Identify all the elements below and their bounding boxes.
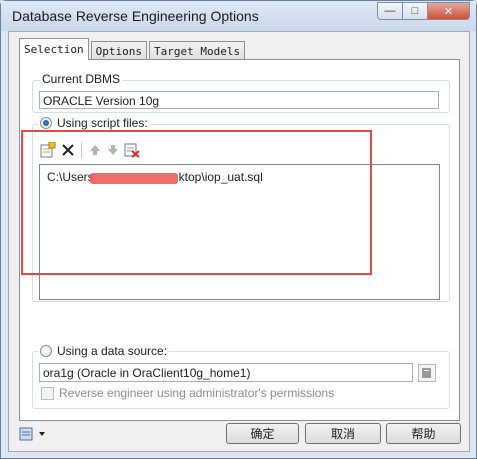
script-files-radio[interactable] [40, 117, 52, 129]
dialog-window: Database Reverse Engineering Options — □… [0, 0, 477, 459]
settings-menu-button[interactable] [18, 426, 50, 442]
title-bar[interactable]: Database Reverse Engineering Options — □… [1, 1, 476, 31]
annotation-rectangle [21, 130, 372, 275]
help-button[interactable]: 帮助 [386, 423, 461, 444]
minimize-button[interactable]: — [377, 2, 403, 20]
script-files-label: Using script files: [57, 116, 148, 130]
window-title: Database Reverse Engineering Options [12, 8, 259, 24]
current-dbms-legend: Current DBMS [40, 72, 123, 86]
document-stack-icon [19, 427, 45, 441]
close-button[interactable]: ✕ [427, 2, 470, 20]
selection-panel: Current DBMS ORACLE Version 10g Using sc… [19, 59, 460, 421]
window-controls: — □ ✕ [377, 2, 470, 20]
tab-options[interactable]: Options [90, 41, 147, 60]
browse-data-source-button[interactable] [418, 364, 436, 382]
data-source-label: Using a data source: [57, 344, 168, 358]
admin-permissions-label: Reverse engineer using administrator's p… [59, 386, 335, 400]
current-dbms-field: ORACLE Version 10g [39, 91, 439, 109]
data-source-radio[interactable] [40, 345, 52, 357]
script-files-option[interactable]: Using script files: [38, 116, 150, 130]
tab-target-models[interactable]: Target Models [148, 41, 246, 60]
ok-button[interactable]: 确定 [226, 423, 299, 444]
data-source-field[interactable]: ora1g (Oracle in OraClient10g_home1) [39, 363, 413, 382]
data-source-option[interactable]: Using a data source: [38, 344, 170, 358]
dialog-client: Selection Options Target Models Current … [8, 31, 470, 452]
cancel-button[interactable]: 取消 [305, 423, 381, 444]
admin-permissions-checkbox[interactable] [41, 387, 54, 400]
tab-selection[interactable]: Selection [19, 38, 89, 60]
data-source-icon [422, 368, 431, 378]
tab-strip: Selection Options Target Models [19, 38, 247, 60]
maximize-button[interactable]: □ [402, 2, 428, 20]
